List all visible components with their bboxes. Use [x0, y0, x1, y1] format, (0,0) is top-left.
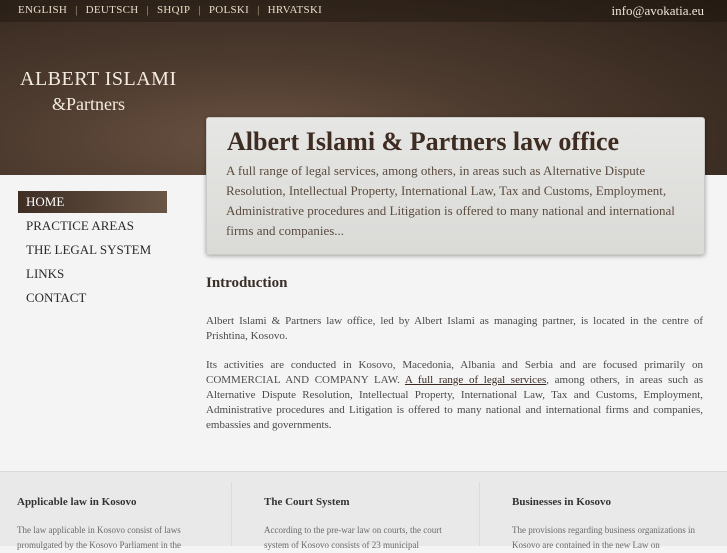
footer-text: The provisions regarding business organi… — [512, 525, 696, 550]
main-content: Introduction Albert Islami & Partners la… — [206, 275, 703, 433]
lang-hrvatski[interactable]: HRVATSKI — [268, 4, 323, 16]
nav-legal-system[interactable]: THE LEGAL SYSTEM — [18, 239, 167, 261]
sidebar-nav: HOME PRACTICE AREAS THE LEGAL SYSTEM LIN… — [18, 191, 167, 311]
language-menu: ENGLISH | DEUTSCH | SHQIP | POLSKI | HRVATSKI — [18, 4, 322, 16]
separator: | — [257, 4, 260, 16]
footer-heading[interactable]: Applicable law in Kosovo — [17, 496, 207, 508]
email-link[interactable]: info@avokatia.eu — [612, 3, 704, 19]
lang-english[interactable]: ENGLISH — [18, 4, 67, 16]
activities-paragraph: Its activities are conducted in Kosovo, … — [206, 358, 703, 433]
hero-box: Albert Islami & Partners law office A fu… — [206, 117, 705, 255]
nav-contact[interactable]: CONTACT — [18, 287, 167, 309]
footer-column-court-system: The Court System According to the pre-wa… — [264, 496, 454, 553]
lang-polski[interactable]: POLSKI — [209, 4, 249, 16]
footer-column-businesses: Businesses in Kosovo The provisions rega… — [512, 496, 702, 553]
separator: | — [146, 4, 150, 16]
intro-paragraph: Albert Islami & Partners law office, led… — [206, 315, 703, 342]
logo[interactable]: ALBERT ISLAMI &Partners — [20, 68, 177, 115]
lang-shqip[interactable]: SHQIP — [157, 4, 190, 16]
nav-links[interactable]: LINKS — [18, 263, 167, 285]
footer-text: The law applicable in Kosovo consist of … — [17, 525, 181, 550]
logo-partners: &Partners — [52, 94, 125, 114]
lang-deutsch[interactable]: DEUTSCH — [86, 4, 139, 16]
nav-home[interactable]: HOME — [18, 191, 167, 213]
section-heading: Introduction — [206, 275, 288, 291]
logo-name: ALBERT ISLAMI — [20, 68, 177, 90]
nav-practice-areas[interactable]: PRACTICE AREAS — [18, 215, 167, 237]
separator: | — [75, 4, 78, 16]
footer-heading[interactable]: Businesses in Kosovo — [512, 496, 702, 508]
hero-text: A full range of legal services, among ot… — [226, 163, 675, 238]
footer: Applicable law in Kosovo The law applica… — [0, 471, 727, 550]
legal-services-link[interactable]: A full range of legal services — [405, 374, 546, 386]
footer-heading[interactable]: The Court System — [264, 496, 454, 508]
footer-divider — [479, 482, 480, 546]
footer-column-applicable-law: Applicable law in Kosovo The law applica… — [17, 496, 207, 553]
hero-title: Albert Islami & Partners law office — [227, 127, 620, 156]
footer-divider — [231, 482, 232, 546]
footer-text: According to the pre-war law on courts, … — [264, 525, 442, 550]
separator: | — [198, 4, 201, 16]
top-bar: ENGLISH | DEUTSCH | SHQIP | POLSKI | HRVATSKI in… — [0, 0, 727, 22]
